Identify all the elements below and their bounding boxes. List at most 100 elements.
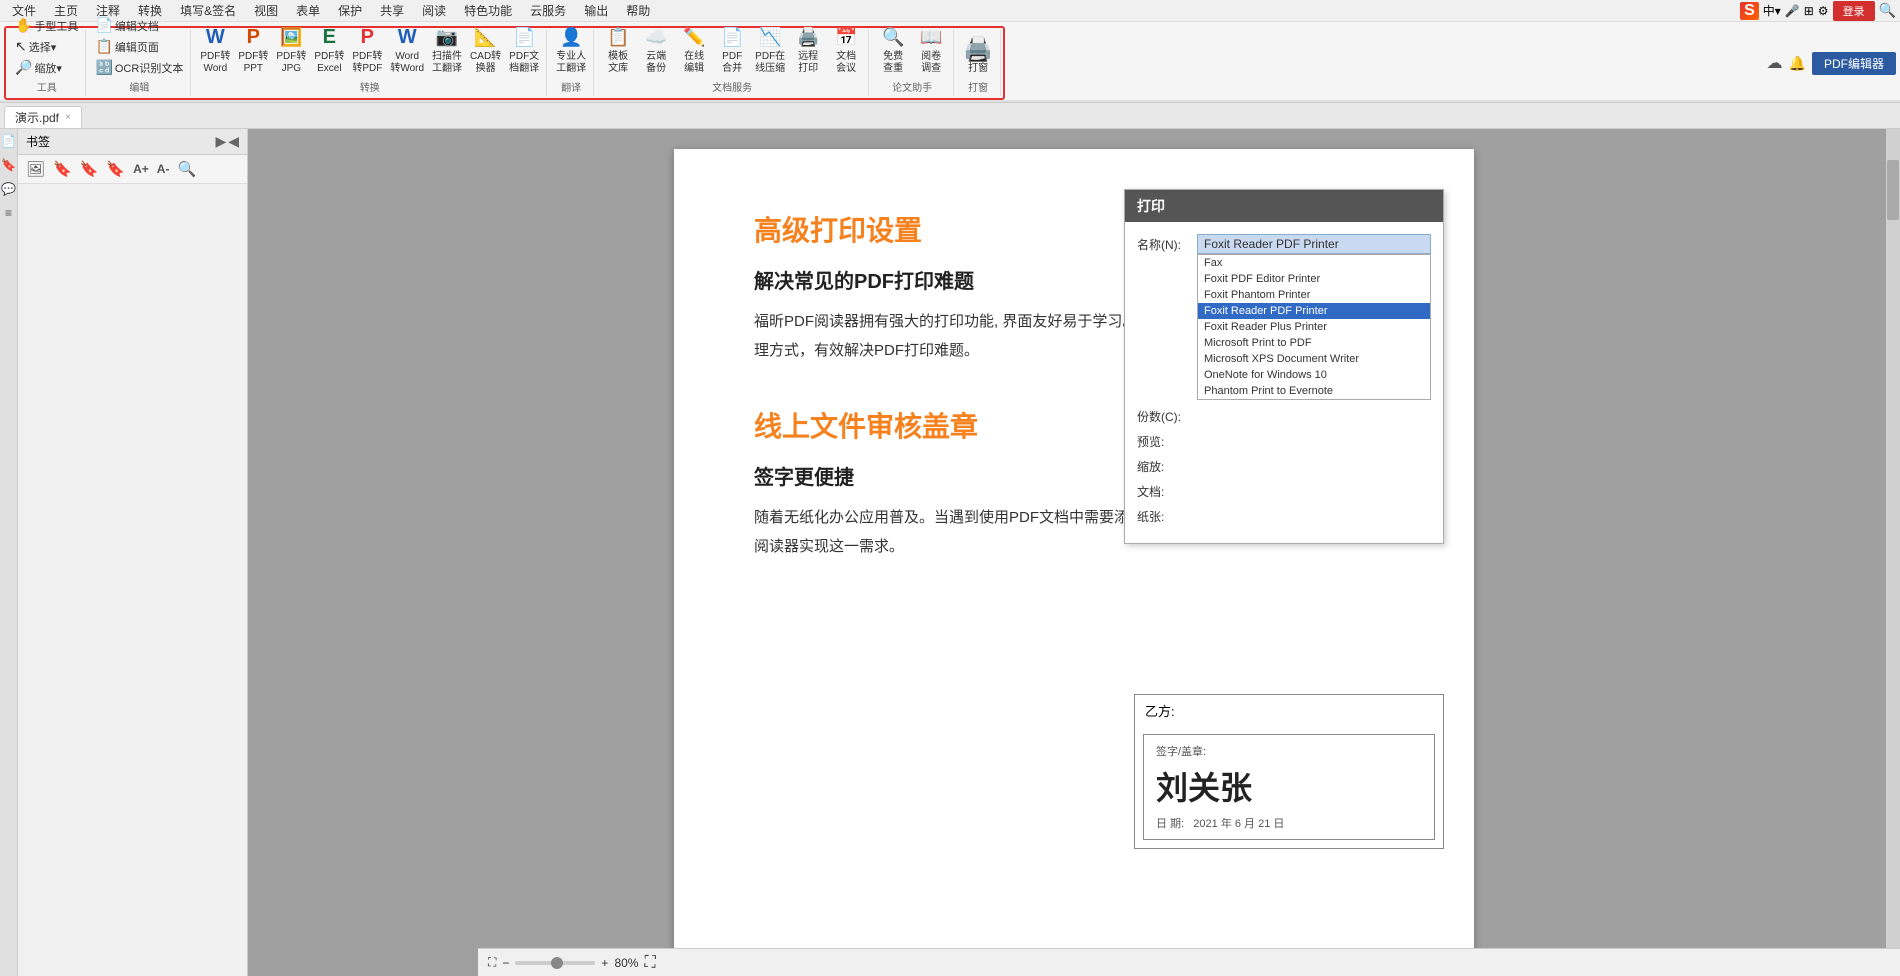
edit-doc-btn[interactable]: 📄 编辑文档 bbox=[92, 16, 186, 35]
edit-page-btn[interactable]: 📋 编辑页面 bbox=[92, 37, 186, 56]
sidebar-tb-image[interactable]: 🖼 bbox=[24, 159, 47, 179]
pdf-merge-btn[interactable]: 📄 PDF合并 bbox=[714, 21, 750, 77]
menu-form[interactable]: 表单 bbox=[288, 0, 328, 21]
word-to-word-btn[interactable]: W Word转Word bbox=[387, 21, 427, 77]
pdf-to-word-btn[interactable]: W PDF转Word bbox=[197, 21, 233, 77]
s-logo: S 中▾ 🎤 ⊞ ⚙ bbox=[1740, 2, 1828, 20]
expand-icon[interactable]: ⛶ bbox=[644, 954, 655, 972]
print-list-item-2[interactable]: Foxit Phantom Printer bbox=[1198, 287, 1430, 303]
pdf-to-ppt-btn[interactable]: P PDF转PPT bbox=[235, 21, 271, 77]
menu-read[interactable]: 阅读 bbox=[414, 0, 454, 21]
cloud-backup-btn[interactable]: ☁️ 云端备份 bbox=[638, 21, 674, 77]
sidebar-collapse-icon[interactable]: ◀ bbox=[228, 133, 239, 150]
scroll-thumb[interactable] bbox=[1887, 160, 1899, 220]
sidebar-expand-icon[interactable]: ▶ bbox=[215, 133, 226, 150]
menu-help[interactable]: 帮助 bbox=[618, 0, 658, 21]
pdf-topdf-icon: P bbox=[353, 23, 381, 51]
print-list-item-6[interactable]: Microsoft XPS Document Writer bbox=[1198, 351, 1430, 367]
tab-bar: 演示.pdf × bbox=[0, 103, 1900, 129]
remote-print-btn[interactable]: 🖨️ 远程打印 bbox=[790, 21, 826, 77]
pdf-area: 高级打印设置 解决常见的PDF打印难题 福昕PDF阅读器拥有强大的打印功能, 界… bbox=[248, 129, 1900, 976]
sig-date: 日 期: 2021 年 6 月 21 日 bbox=[1156, 815, 1422, 831]
login-button[interactable]: 登录 bbox=[1833, 1, 1875, 21]
select-tool-label: 选择▾ bbox=[29, 39, 57, 55]
print-list-item-4[interactable]: Foxit Reader Plus Printer bbox=[1198, 319, 1430, 335]
zoom-tool-btn[interactable]: 🔎 缩放▾ bbox=[12, 58, 81, 77]
print-list-item-1[interactable]: Foxit PDF Editor Printer bbox=[1198, 271, 1430, 287]
fit-page-icon[interactable]: ⛶ bbox=[488, 955, 496, 970]
sidebar-tb-font-plus[interactable]: A+ bbox=[131, 161, 151, 177]
print-group-label: 打窗 bbox=[968, 79, 988, 94]
sig-inner-box: 签字/盖章: 刘关张 日 期: 2021 年 6 月 21 日 bbox=[1143, 734, 1435, 840]
pdf-translate-icon: 📄 bbox=[510, 23, 538, 51]
pdf-to-pdf-btn[interactable]: P PDF转转PDF bbox=[349, 21, 385, 77]
settings-icon[interactable]: ⚙ bbox=[1818, 4, 1829, 18]
cad-convert-btn[interactable]: 📐 CAD转换器 bbox=[467, 21, 504, 77]
edit-doc-icon: 📄 bbox=[95, 17, 112, 34]
scan-translate-btn[interactable]: 📷 扫描件工翻译 bbox=[429, 21, 465, 77]
print-list-item-5[interactable]: Microsoft Print to PDF bbox=[1198, 335, 1430, 351]
sidebar-tb-bk3[interactable]: 🔖 bbox=[104, 159, 127, 179]
sidebar-tb-bk1[interactable]: 🔖 bbox=[51, 159, 74, 179]
scroll-bar[interactable] bbox=[1886, 129, 1900, 948]
pdf-to-excel-btn[interactable]: E PDF转Excel bbox=[311, 21, 347, 77]
pdf-translate-label: PDF文档翻译 bbox=[509, 51, 539, 75]
ribbon-group-edit: 📄 编辑文档 📋 编辑页面 🔡 OCR识别文本 编辑 bbox=[88, 30, 191, 96]
print-window-btn[interactable]: 🖨️ 打窗 bbox=[960, 33, 996, 77]
layer-icon-bar[interactable]: ≡ bbox=[1, 205, 17, 221]
print-list-item-3[interactable]: Foxit Reader PDF Printer bbox=[1198, 303, 1430, 319]
ocr-label: OCR识别文本 bbox=[115, 60, 183, 76]
print-name-input[interactable]: Foxit Reader PDF Printer bbox=[1197, 234, 1431, 254]
search-icon[interactable]: 🔍 bbox=[1879, 2, 1896, 19]
signature-box: 乙方: 签字/盖章: 刘关张 日 期: 2021 年 6 月 21 日 bbox=[1134, 694, 1444, 849]
notification-icon[interactable]: 🔔 bbox=[1789, 55, 1806, 72]
select-tool-btn[interactable]: ↖ 选择▾ bbox=[12, 37, 81, 56]
pdf-to-excel-label: PDF转Excel bbox=[314, 51, 344, 75]
menu-special[interactable]: 特色功能 bbox=[456, 0, 520, 21]
grid-icon[interactable]: ⊞ bbox=[1804, 4, 1814, 18]
ocr-btn[interactable]: 🔡 OCR识别文本 bbox=[92, 58, 186, 77]
pdf-to-jpg-btn[interactable]: 🖼️ PDF转JPG bbox=[273, 21, 309, 77]
zoom-minus-btn[interactable]: − bbox=[502, 956, 509, 970]
page-icon[interactable]: 📄 bbox=[1, 133, 17, 149]
zoom-plus-btn[interactable]: + bbox=[601, 956, 608, 970]
print-list-item-8[interactable]: Phantom Print to Evernote bbox=[1198, 383, 1430, 399]
menu-cloud[interactable]: 云服务 bbox=[522, 0, 574, 21]
template-label: 模板文库 bbox=[608, 51, 628, 75]
sidebar-tb-font-minus[interactable]: A- bbox=[155, 161, 172, 177]
plagiarism-btn[interactable]: 🔍 免费查重 bbox=[875, 21, 911, 77]
pdf-tab[interactable]: 演示.pdf × bbox=[4, 106, 82, 128]
pdf-translate-btn[interactable]: 📄 PDF文档翻译 bbox=[506, 21, 542, 77]
mic-icon[interactable]: 🎤 bbox=[1785, 4, 1800, 18]
template-btn[interactable]: 📋 模板文库 bbox=[600, 21, 636, 77]
menu-share[interactable]: 共享 bbox=[372, 0, 412, 21]
toolbar-container: 文件 主页 注释 转换 填写&签名 视图 表单 保护 共享 阅读 特色功能 云服… bbox=[0, 0, 1900, 103]
bookmark-icon-bar[interactable]: 🔖 bbox=[1, 157, 17, 173]
online-edit-btn[interactable]: ✏️ 在线编辑 bbox=[676, 21, 712, 77]
zoom-tool-label: 缩放▾ bbox=[34, 60, 62, 76]
print-name-row: 名称(N): Foxit Reader PDF Printer Fax Foxi… bbox=[1137, 234, 1431, 400]
pdf-editor-button[interactable]: PDF编辑器 bbox=[1812, 52, 1896, 75]
pdf-compress-btn[interactable]: 📉 PDF在线压缩 bbox=[752, 21, 788, 77]
ribbon-group-convert: W PDF转Word P PDF转PPT 🖼️ PDF转JPG E PDF转Ex… bbox=[193, 30, 547, 96]
comment-icon-bar[interactable]: 💬 bbox=[1, 181, 17, 197]
menu-view[interactable]: 视图 bbox=[246, 0, 286, 21]
bottom-bar: ⛶ − + 80% ⛶ bbox=[478, 948, 1900, 976]
online-edit-icon: ✏️ bbox=[680, 23, 708, 51]
menu-protect[interactable]: 保护 bbox=[330, 0, 370, 21]
sidebar-header: 书签 ▶ ◀ bbox=[18, 129, 247, 155]
doc-meeting-btn[interactable]: 📅 文档会议 bbox=[828, 21, 864, 77]
zoom-slider[interactable] bbox=[515, 961, 595, 965]
main-layout: 📄 🔖 💬 ≡ 书签 ▶ ◀ 🖼 🔖 🔖 🔖 A+ A- 🔍 bbox=[0, 129, 1900, 976]
print-list-item-7[interactable]: OneNote for Windows 10 bbox=[1198, 367, 1430, 383]
review-btn[interactable]: 📖 阅卷调查 bbox=[913, 21, 949, 77]
tab-close-btn[interactable]: × bbox=[65, 112, 71, 123]
sidebar-tb-search[interactable]: 🔍 bbox=[175, 159, 198, 179]
pro-translate-btn[interactable]: 👤 专业人工翻译 bbox=[553, 21, 589, 77]
sidebar-tb-bk2[interactable]: 🔖 bbox=[78, 159, 101, 179]
hand-tool-btn[interactable]: ✋ 手型工具 bbox=[12, 16, 81, 35]
menu-output[interactable]: 输出 bbox=[576, 0, 616, 21]
zoom-controls: ⛶ − + 80% ⛶ bbox=[488, 954, 656, 972]
print-name-label: 名称(N): bbox=[1137, 234, 1197, 253]
print-list-item-0[interactable]: Fax bbox=[1198, 255, 1430, 271]
